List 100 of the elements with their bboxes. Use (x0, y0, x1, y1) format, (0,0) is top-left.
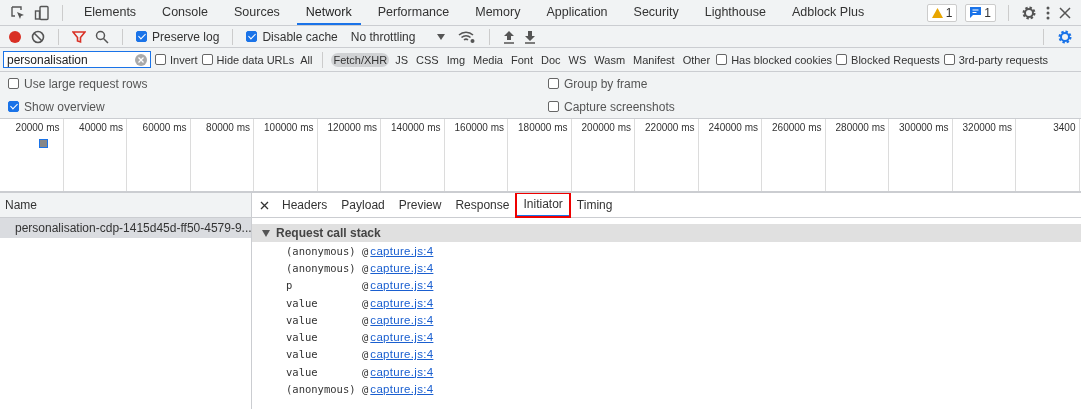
search-icon[interactable] (95, 29, 109, 44)
filter-checkbox[interactable]: Hide data URLs (201, 53, 295, 66)
filter-checkbox[interactable]: Invert (155, 53, 198, 66)
type-filter[interactable]: Other (680, 52, 713, 67)
time-tick-label: 60000 ms (142, 122, 187, 133)
name-column-header[interactable]: Name (0, 193, 251, 218)
source-link[interactable]: capture.js:4 (370, 331, 434, 344)
time-tick-label: 280000 ms (835, 122, 885, 133)
triangle-icon (262, 229, 270, 237)
source-link[interactable]: capture.js:4 (370, 279, 434, 292)
option-checkbox[interactable]: Show overview (8, 99, 548, 114)
panel-tab[interactable]: Lighthouse (695, 0, 775, 25)
panel-tab[interactable]: Adblock Plus (782, 0, 874, 25)
function-name: value (286, 365, 319, 378)
time-tick-label: 220000 ms (645, 122, 695, 133)
panel-tab[interactable]: Memory (466, 0, 530, 25)
type-filter[interactable]: Media (471, 52, 505, 67)
source-link[interactable]: capture.js:4 (370, 383, 434, 395)
panel-tab[interactable]: Console (153, 0, 217, 25)
type-filter[interactable]: Font (509, 52, 535, 67)
function-name: (anonymous) (286, 261, 357, 274)
source-link[interactable]: capture.js:4 (370, 296, 434, 309)
download-icon[interactable] (524, 29, 537, 44)
time-tick-label: 40000 ms (79, 122, 123, 133)
at-sign: @ (362, 313, 369, 326)
time-tick-label: 260000 ms (772, 122, 822, 133)
clear-icon[interactable] (31, 29, 45, 44)
function-name: (anonymous) (286, 244, 357, 257)
time-tick-label: 100000 ms (264, 122, 314, 133)
panel-tab[interactable]: Security (624, 0, 688, 25)
time-tick-label: 240000 ms (708, 122, 758, 133)
time-tick-label: 20000 ms (15, 122, 60, 133)
function-name: value (286, 313, 319, 326)
time-tick-label: 300000 ms (899, 122, 949, 133)
panel-tab[interactable]: Application (537, 0, 617, 25)
type-filter[interactable]: CSS (414, 52, 441, 67)
time-tick-label: 200000 ms (581, 122, 631, 133)
at-sign: @ (362, 383, 369, 395)
section-header[interactable]: Request call stack (252, 224, 1081, 242)
type-filter[interactable]: All (298, 52, 315, 67)
option-checkbox[interactable]: Group by frame (548, 76, 1073, 91)
panel-tab[interactable]: Elements (75, 0, 146, 25)
type-filter[interactable]: JS (393, 52, 411, 67)
preserve-log-checkbox[interactable]: Preserve log (136, 29, 220, 44)
source-link[interactable]: capture.js:4 (370, 365, 434, 378)
record-icon[interactable] (8, 29, 22, 44)
type-filter[interactable]: Doc (539, 52, 563, 67)
detail-tab[interactable]: Payload (334, 193, 392, 217)
type-filter[interactable]: Fetch/XHR (331, 52, 390, 67)
panel-tab[interactable]: Sources (225, 0, 289, 25)
filter-icon[interactable] (72, 29, 86, 44)
detail-tab[interactable]: Preview (391, 193, 449, 217)
type-filter[interactable]: Img (444, 52, 467, 67)
throttling-dropdown[interactable]: No throttling (346, 29, 450, 44)
function-name: value (286, 296, 319, 309)
option-checkbox[interactable]: Capture screenshots (548, 99, 1073, 114)
option-checkbox[interactable]: Use large request rows (8, 76, 548, 91)
close-icon[interactable] (260, 200, 269, 210)
request-row[interactable]: personalisation-cdp-1415d45d-ff50-4579-9... (0, 218, 251, 238)
function-name: value (286, 348, 319, 361)
panel-tab[interactable]: Performance (368, 0, 459, 25)
filter-checkbox[interactable]: Blocked Requests (836, 53, 940, 66)
type-filter[interactable]: WS (566, 52, 589, 67)
filter-checkbox[interactable]: Has blocked cookies (716, 53, 833, 66)
source-link[interactable]: capture.js:4 (370, 313, 434, 326)
filter-field[interactable]: personalisation (3, 51, 151, 68)
source-link[interactable]: capture.js:4 (370, 348, 434, 361)
at-sign: @ (362, 348, 369, 361)
detail-tab[interactable]: Response (448, 193, 517, 217)
request-marker (39, 139, 48, 148)
at-sign: @ (362, 261, 369, 274)
at-sign: @ (362, 279, 369, 292)
detail-tab[interactable]: Timing (569, 193, 620, 217)
settings-icon[interactable] (1021, 4, 1037, 21)
filter-checkbox[interactable]: 3rd-party requests (943, 53, 1048, 66)
time-tick-label: 160000 ms (454, 122, 504, 133)
message-badge[interactable]: 1 (965, 3, 996, 22)
time-tick-label: 180000 ms (518, 122, 568, 133)
warning-icon (931, 7, 943, 18)
more-icon[interactable] (1045, 4, 1051, 21)
at-sign: @ (362, 244, 369, 257)
source-link[interactable]: capture.js:4 (370, 244, 434, 257)
time-tick-label: 80000 ms (206, 122, 250, 133)
settings-icon[interactable] (1057, 28, 1073, 45)
type-filter[interactable]: Manifest (631, 52, 677, 67)
detail-tab[interactable]: Initiator (516, 193, 570, 217)
overview-timeline[interactable]: 20000 ms 40000 ms 60000 ms 80000 ms 100000 ms 120000 ms 140000 ms 160000 ms 180000 ms 200000 ms 220000 ms 240000 ms 260000 ms 280000 ms 300000 ms 320000 ms 3400 (0, 119, 1081, 193)
device-icon[interactable] (34, 4, 50, 21)
at-sign: @ (362, 331, 369, 344)
type-filter[interactable]: Wasm (592, 52, 628, 67)
at-sign: @ (362, 296, 369, 309)
disable-cache-checkbox[interactable]: Disable cache (246, 29, 338, 44)
close-icon[interactable] (1059, 6, 1071, 19)
source-link[interactable]: capture.js:4 (370, 261, 434, 274)
warning-badge[interactable]: 1 (926, 3, 958, 22)
upload-icon[interactable] (503, 29, 516, 44)
detail-tab[interactable]: Headers (275, 193, 335, 217)
inspect-icon[interactable] (10, 4, 26, 21)
wifi-settings-icon[interactable] (458, 29, 477, 44)
caret-icon (437, 33, 446, 40)
